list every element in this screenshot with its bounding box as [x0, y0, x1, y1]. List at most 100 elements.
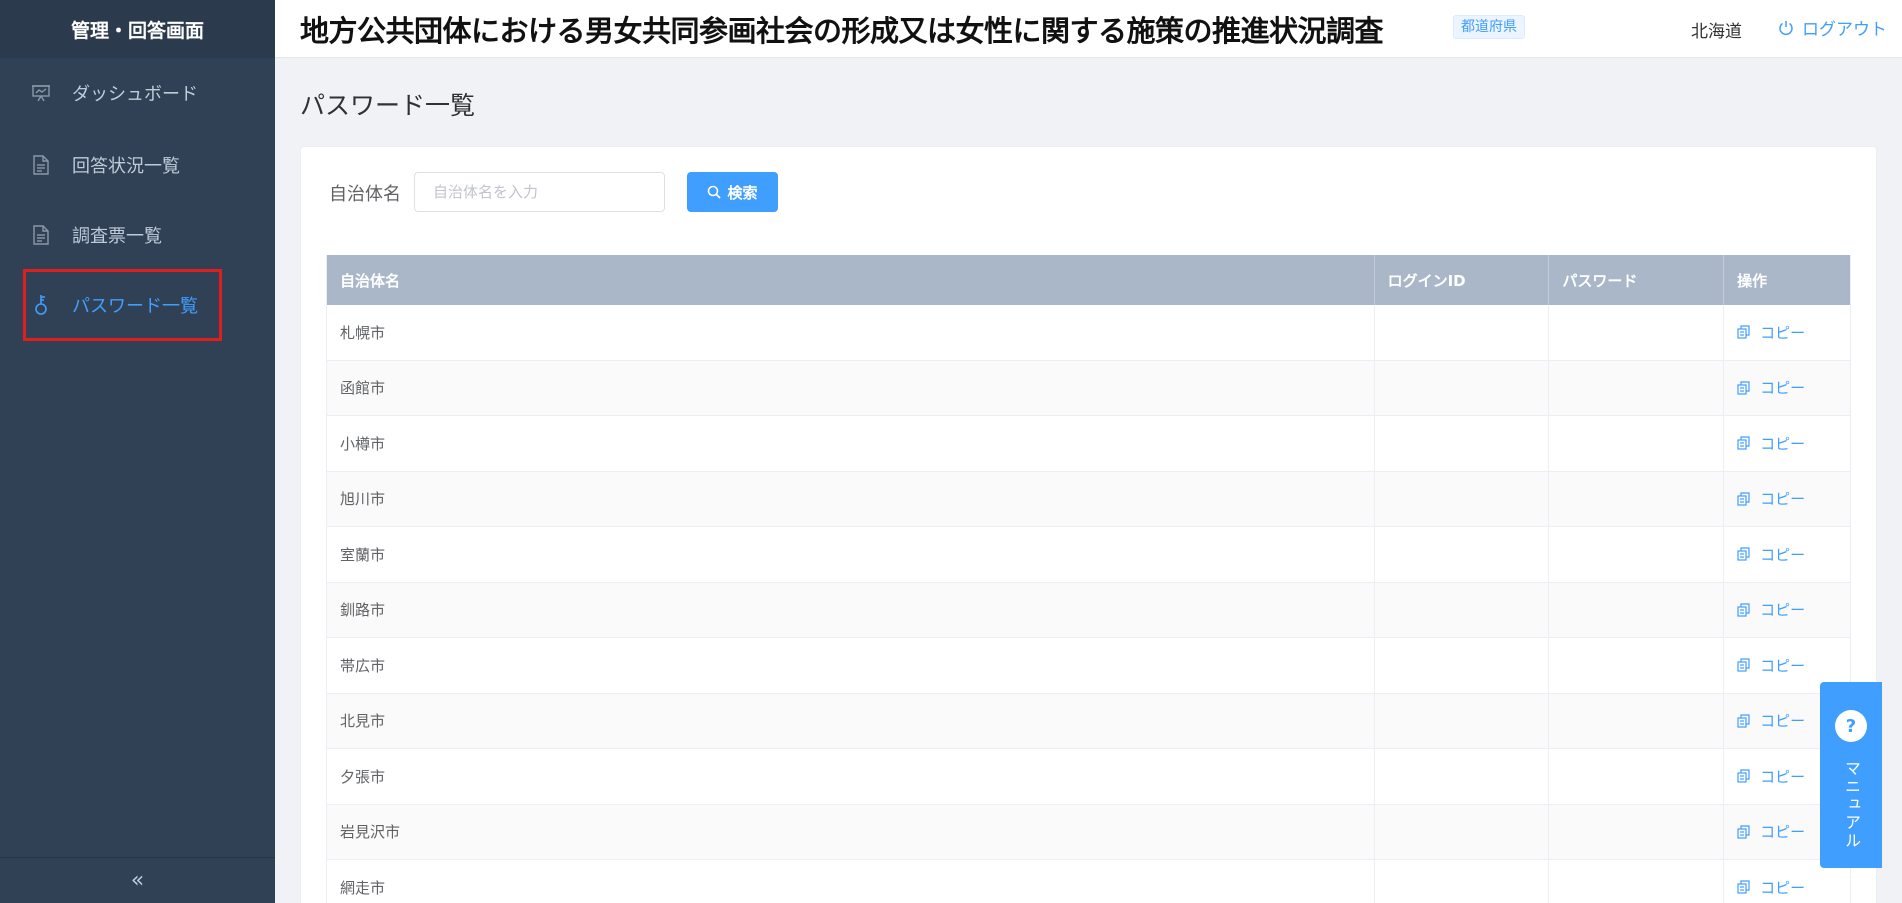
copy-button[interactable]: コピー [1737, 821, 1805, 842]
cell-login-id [1375, 860, 1550, 903]
table-row: 小樽市 コピー [327, 416, 1850, 472]
help-icon: ? [1835, 710, 1867, 742]
logout-button[interactable]: ログアウト [1778, 15, 1887, 40]
sidebar-title: 管理・回答画面 [0, 0, 275, 58]
password-table: 自治体名 ログインID パスワード 操作 札幌市 コピー 函館市 コピー 小樽市 コピー旭… [326, 255, 1851, 903]
cell-login-id [1375, 416, 1550, 471]
cell-municipality: 岩見沢市 [327, 804, 1375, 859]
copy-icon [1737, 325, 1750, 339]
cell-login-id [1375, 749, 1550, 804]
collapse-sidebar-button[interactable]: « [0, 858, 275, 903]
copy-icon [1737, 714, 1750, 728]
copy-icon [1737, 492, 1750, 506]
sidebar-item-dashboard[interactable]: ダッシュボード [0, 58, 275, 128]
copy-button[interactable]: コピー [1737, 766, 1805, 787]
page-title: パスワード一覧 [300, 91, 476, 120]
sidebar-item-label: パスワード一覧 [72, 296, 198, 317]
cell-municipality: 帯広市 [327, 638, 1375, 693]
copy-label: コピー [1760, 823, 1806, 842]
copy-label: コピー [1760, 379, 1806, 398]
cell-municipality: 旭川市 [327, 471, 1375, 526]
manual-button[interactable]: ? マニュアル [1820, 682, 1882, 868]
copy-icon [1737, 381, 1750, 395]
manual-label: マニュアル [1842, 760, 1861, 850]
cell-actions: コピー [1724, 583, 1850, 638]
copy-button[interactable]: コピー [1737, 322, 1805, 343]
copy-button[interactable]: コピー [1737, 655, 1805, 676]
logout-label: ログアウト [1802, 20, 1887, 40]
copy-button[interactable]: コピー [1737, 877, 1805, 898]
table-row: 旭川市 コピー [327, 471, 1850, 527]
copy-icon [1737, 825, 1750, 839]
cell-municipality: 函館市 [327, 360, 1375, 415]
cell-password [1549, 693, 1725, 748]
presentation-icon [30, 82, 52, 104]
table-header: 自治体名 ログインID パスワード 操作 [327, 255, 1850, 305]
cell-password [1549, 471, 1725, 526]
sidebar-item-label: ダッシュボード [72, 84, 198, 105]
table-row: 帯広市 コピー [327, 638, 1850, 694]
cell-login-id [1375, 804, 1550, 859]
municipality-search-input[interactable] [414, 172, 665, 212]
sidebar-item-password-list[interactable]: パスワード一覧 [0, 269, 275, 341]
copy-button[interactable]: コピー [1737, 710, 1805, 731]
table-row: 室蘭市 コピー [327, 527, 1850, 583]
document-icon [30, 224, 52, 246]
copy-icon [1737, 769, 1750, 783]
cell-municipality: 北見市 [327, 693, 1375, 748]
power-icon [1779, 20, 1793, 35]
copy-icon [1737, 880, 1750, 894]
cell-municipality: 小樽市 [327, 416, 1375, 471]
copy-button[interactable]: コピー [1737, 377, 1805, 398]
sidebar-item-survey-list[interactable]: 調査票一覧 [0, 200, 275, 270]
cell-municipality: 札幌市 [327, 305, 1375, 360]
search-icon [708, 185, 722, 199]
cell-actions: コピー [1724, 416, 1850, 471]
copy-button[interactable]: コピー [1737, 599, 1805, 620]
copy-label: コピー [1760, 323, 1806, 342]
table-body: 札幌市 コピー 函館市 コピー 小樽市 コピー 旭川市 コピー 室蘭市 コピー 釧路市 コピー 帯広市コ… [327, 305, 1850, 903]
search-button[interactable]: 検索 [687, 172, 778, 212]
document-icon [30, 154, 52, 176]
copy-label: コピー [1760, 601, 1806, 620]
copy-button[interactable]: コピー [1737, 433, 1805, 454]
column-header-password: パスワード [1549, 255, 1725, 305]
table-row: 函館市 コピー [327, 360, 1850, 416]
copy-label: コピー [1760, 656, 1806, 675]
copy-icon [1737, 547, 1750, 561]
copy-label: コピー [1760, 712, 1806, 731]
cell-login-id [1375, 527, 1550, 582]
column-header-actions: 操作 [1737, 271, 1768, 290]
sidebar-item-response-status[interactable]: 回答状況一覧 [0, 130, 275, 200]
column-header-municipality: 自治体名 [327, 255, 1375, 305]
copy-icon [1737, 603, 1750, 617]
table-row: 北見市 コピー [327, 693, 1850, 749]
copy-button[interactable]: コピー [1737, 488, 1805, 509]
copy-label: コピー [1760, 878, 1806, 897]
cell-municipality: 網走市 [327, 860, 1375, 903]
cell-login-id [1375, 638, 1550, 693]
column-header-login-id: ログインID [1375, 255, 1550, 305]
cell-login-id [1375, 471, 1550, 526]
cell-password [1549, 749, 1725, 804]
sidebar: 管理・回答画面 ダッシュボード 回答状況一覧 調査票一覧 パスワード一覧 « [0, 0, 275, 903]
copy-icon [1737, 436, 1750, 450]
cell-password [1549, 582, 1725, 637]
table-row: 網走市 コピー [327, 860, 1850, 903]
header: 地方公共団体における男女共同参画社会の形成又は女性に関する施策の推進状況調査 都… [275, 0, 1902, 58]
cell-login-id [1375, 582, 1550, 637]
table-row: 岩見沢市 コピー [327, 804, 1850, 860]
scope-badge: 都道府県 [1453, 15, 1525, 39]
copy-button[interactable]: コピー [1737, 544, 1805, 565]
cell-actions: コピー [1724, 361, 1850, 416]
cell-municipality: 夕張市 [327, 749, 1375, 804]
sidebar-item-label: 回答状況一覧 [72, 156, 180, 177]
cell-municipality: 室蘭市 [327, 527, 1375, 582]
cell-login-id [1375, 360, 1550, 415]
sidebar-item-label: 調査票一覧 [72, 226, 162, 247]
search-button-label: 検索 [727, 183, 758, 202]
table-row: 釧路市 コピー [327, 582, 1850, 638]
copy-label: コピー [1760, 767, 1806, 786]
user-name: 北海道 [1691, 22, 1742, 42]
chevron-double-left-icon: « [130, 868, 145, 893]
